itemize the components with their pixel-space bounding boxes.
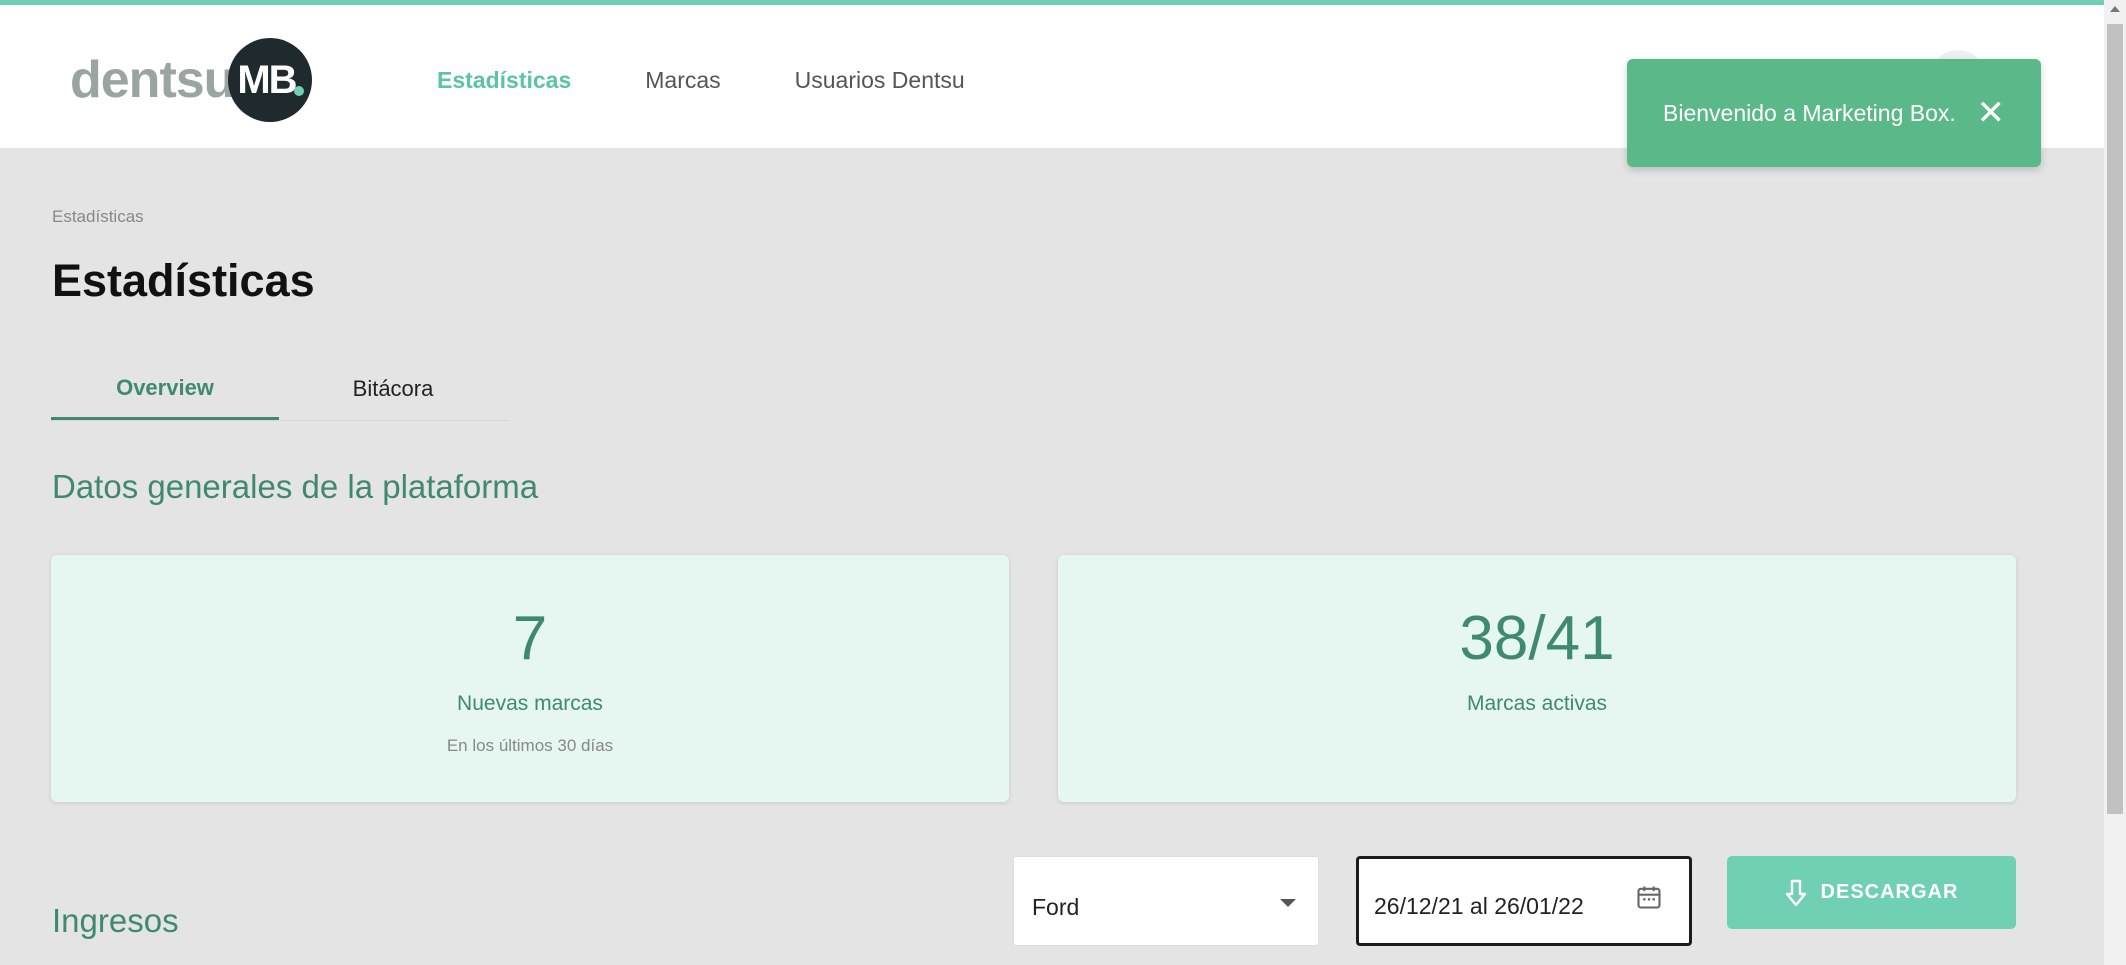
download-arrow-icon <box>1785 879 1806 906</box>
tab-bitacora[interactable]: Bitácora <box>279 358 507 420</box>
new-brands-period: En los últimos 30 días <box>446 736 614 755</box>
tab-overview[interactable]: Overview <box>51 358 279 420</box>
toast-message: Bienvenido a Marketing Box. <box>1663 99 1956 126</box>
nav-marcas[interactable]: Marcas <box>645 67 720 94</box>
scroll-up-arrow-icon[interactable] <box>2110 6 2120 12</box>
new-brands-value: 7 <box>512 604 548 673</box>
scroll-thumb[interactable] <box>2107 24 2123 814</box>
download-button[interactable]: DESCARGAR <box>1727 856 2016 929</box>
active-brands-label: Marcas activas <box>1466 692 1608 715</box>
brand-select[interactable]: Ford <box>1013 856 1319 946</box>
general-data-title: Datos generales de la plataforma <box>52 468 539 505</box>
logo-mark: MB <box>228 38 313 122</box>
active-brands-card: 38/41 Marcas activas <box>1058 555 2016 802</box>
dentsu-mb-logo[interactable]: dentsu MB <box>70 35 313 125</box>
logo-mark-text: MB <box>237 57 297 102</box>
brand-select-value: Ford <box>1032 894 1080 920</box>
download-label: DESCARGAR <box>1820 881 1959 903</box>
new-brands-label: Nuevas marcas <box>457 692 603 715</box>
logo-text: dentsu <box>70 51 235 109</box>
new-brands-card: 7 Nuevas marcas En los últimos 30 días <box>51 555 1009 802</box>
stats-tabs: Overview Bitácora <box>51 358 509 421</box>
welcome-toast: Bienvenido a Marketing Box. ✕ <box>1627 59 2041 167</box>
nav-usuarios-dentsu[interactable]: Usuarios Dentsu <box>795 67 965 94</box>
date-range-value: 26/12/21 al 26/01/22 <box>1374 893 1584 919</box>
ingresos-title: Ingresos <box>52 902 179 939</box>
close-icon[interactable]: ✕ <box>1977 96 2006 130</box>
calendar-icon[interactable] <box>1635 883 1663 911</box>
date-range-input[interactable]: 26/12/21 al 26/01/22 <box>1356 856 1692 946</box>
main-nav: Estadísticas Marcas Usuarios Dentsu <box>437 67 1039 94</box>
logo-dot <box>294 86 305 96</box>
active-brands-value: 38/41 <box>1459 604 1615 673</box>
page-title: Estadísticas <box>52 255 315 306</box>
chevron-down-icon <box>1280 899 1296 907</box>
breadcrumb: Estadísticas <box>52 207 144 226</box>
page-scrollbar[interactable] <box>2104 0 2126 965</box>
nav-estadisticas[interactable]: Estadísticas <box>437 67 571 94</box>
